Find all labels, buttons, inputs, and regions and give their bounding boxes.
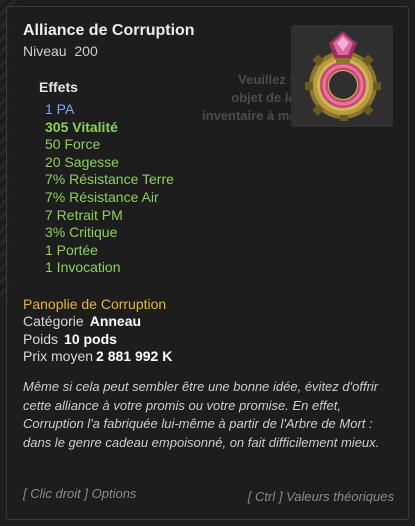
effects-title: Effets — [39, 79, 78, 95]
effect-item: 3% Critique — [45, 224, 118, 241]
effect-item: 305 Vitalité — [45, 118, 118, 135]
weight-value: 10 pods — [64, 330, 117, 347]
item-description: Même si cela peut sembler être une bonne… — [23, 379, 380, 450]
weight-row: Poids 10 pods — [23, 331, 172, 349]
right-click-hint: [ Clic droit ] Options — [23, 486, 137, 501]
item-properties: Catégorie Anneau Poids 10 pods Prix moyen 2… — [23, 313, 172, 366]
effect-item: 7% Résistance Terre — [45, 171, 174, 188]
item-level-value: 200 — [74, 43, 98, 59]
effect-item: 1 PA — [45, 101, 75, 117]
item-level-label: Niveau — [23, 43, 67, 59]
item-icon-frame — [291, 25, 393, 127]
price-value: 2 881 992 K — [96, 348, 173, 364]
effect-item: 1 Portée — [45, 241, 98, 258]
price-label: Prix moyen — [23, 348, 94, 364]
item-set-link[interactable]: Panoplie de Corruption — [23, 296, 166, 312]
ctrl-hint: [ Ctrl ] Valeurs théoriques — [247, 489, 394, 504]
effect-item: 7% Résistance Air — [45, 188, 159, 205]
effect-item: 50 Force — [45, 136, 101, 153]
item-name: Alliance de Corruption — [23, 22, 195, 39]
effects-list: 1 PA 305 Vitalité 50 Force 20 Sagesse 7%… — [45, 101, 174, 277]
price-row: Prix moyen 2 881 992 K — [23, 348, 172, 366]
weight-label: Poids — [23, 330, 59, 347]
category-label: Catégorie — [23, 313, 84, 329]
category-row: Catégorie Anneau — [23, 313, 172, 331]
effect-item: 20 Sagesse — [45, 153, 119, 170]
category-value: Anneau — [89, 313, 142, 329]
ring-icon — [305, 31, 381, 121]
effect-item: 7 Retrait PM — [45, 206, 123, 223]
item-level: Niveau 200 — [23, 43, 98, 59]
effect-item: 1 Invocation — [45, 259, 121, 276]
